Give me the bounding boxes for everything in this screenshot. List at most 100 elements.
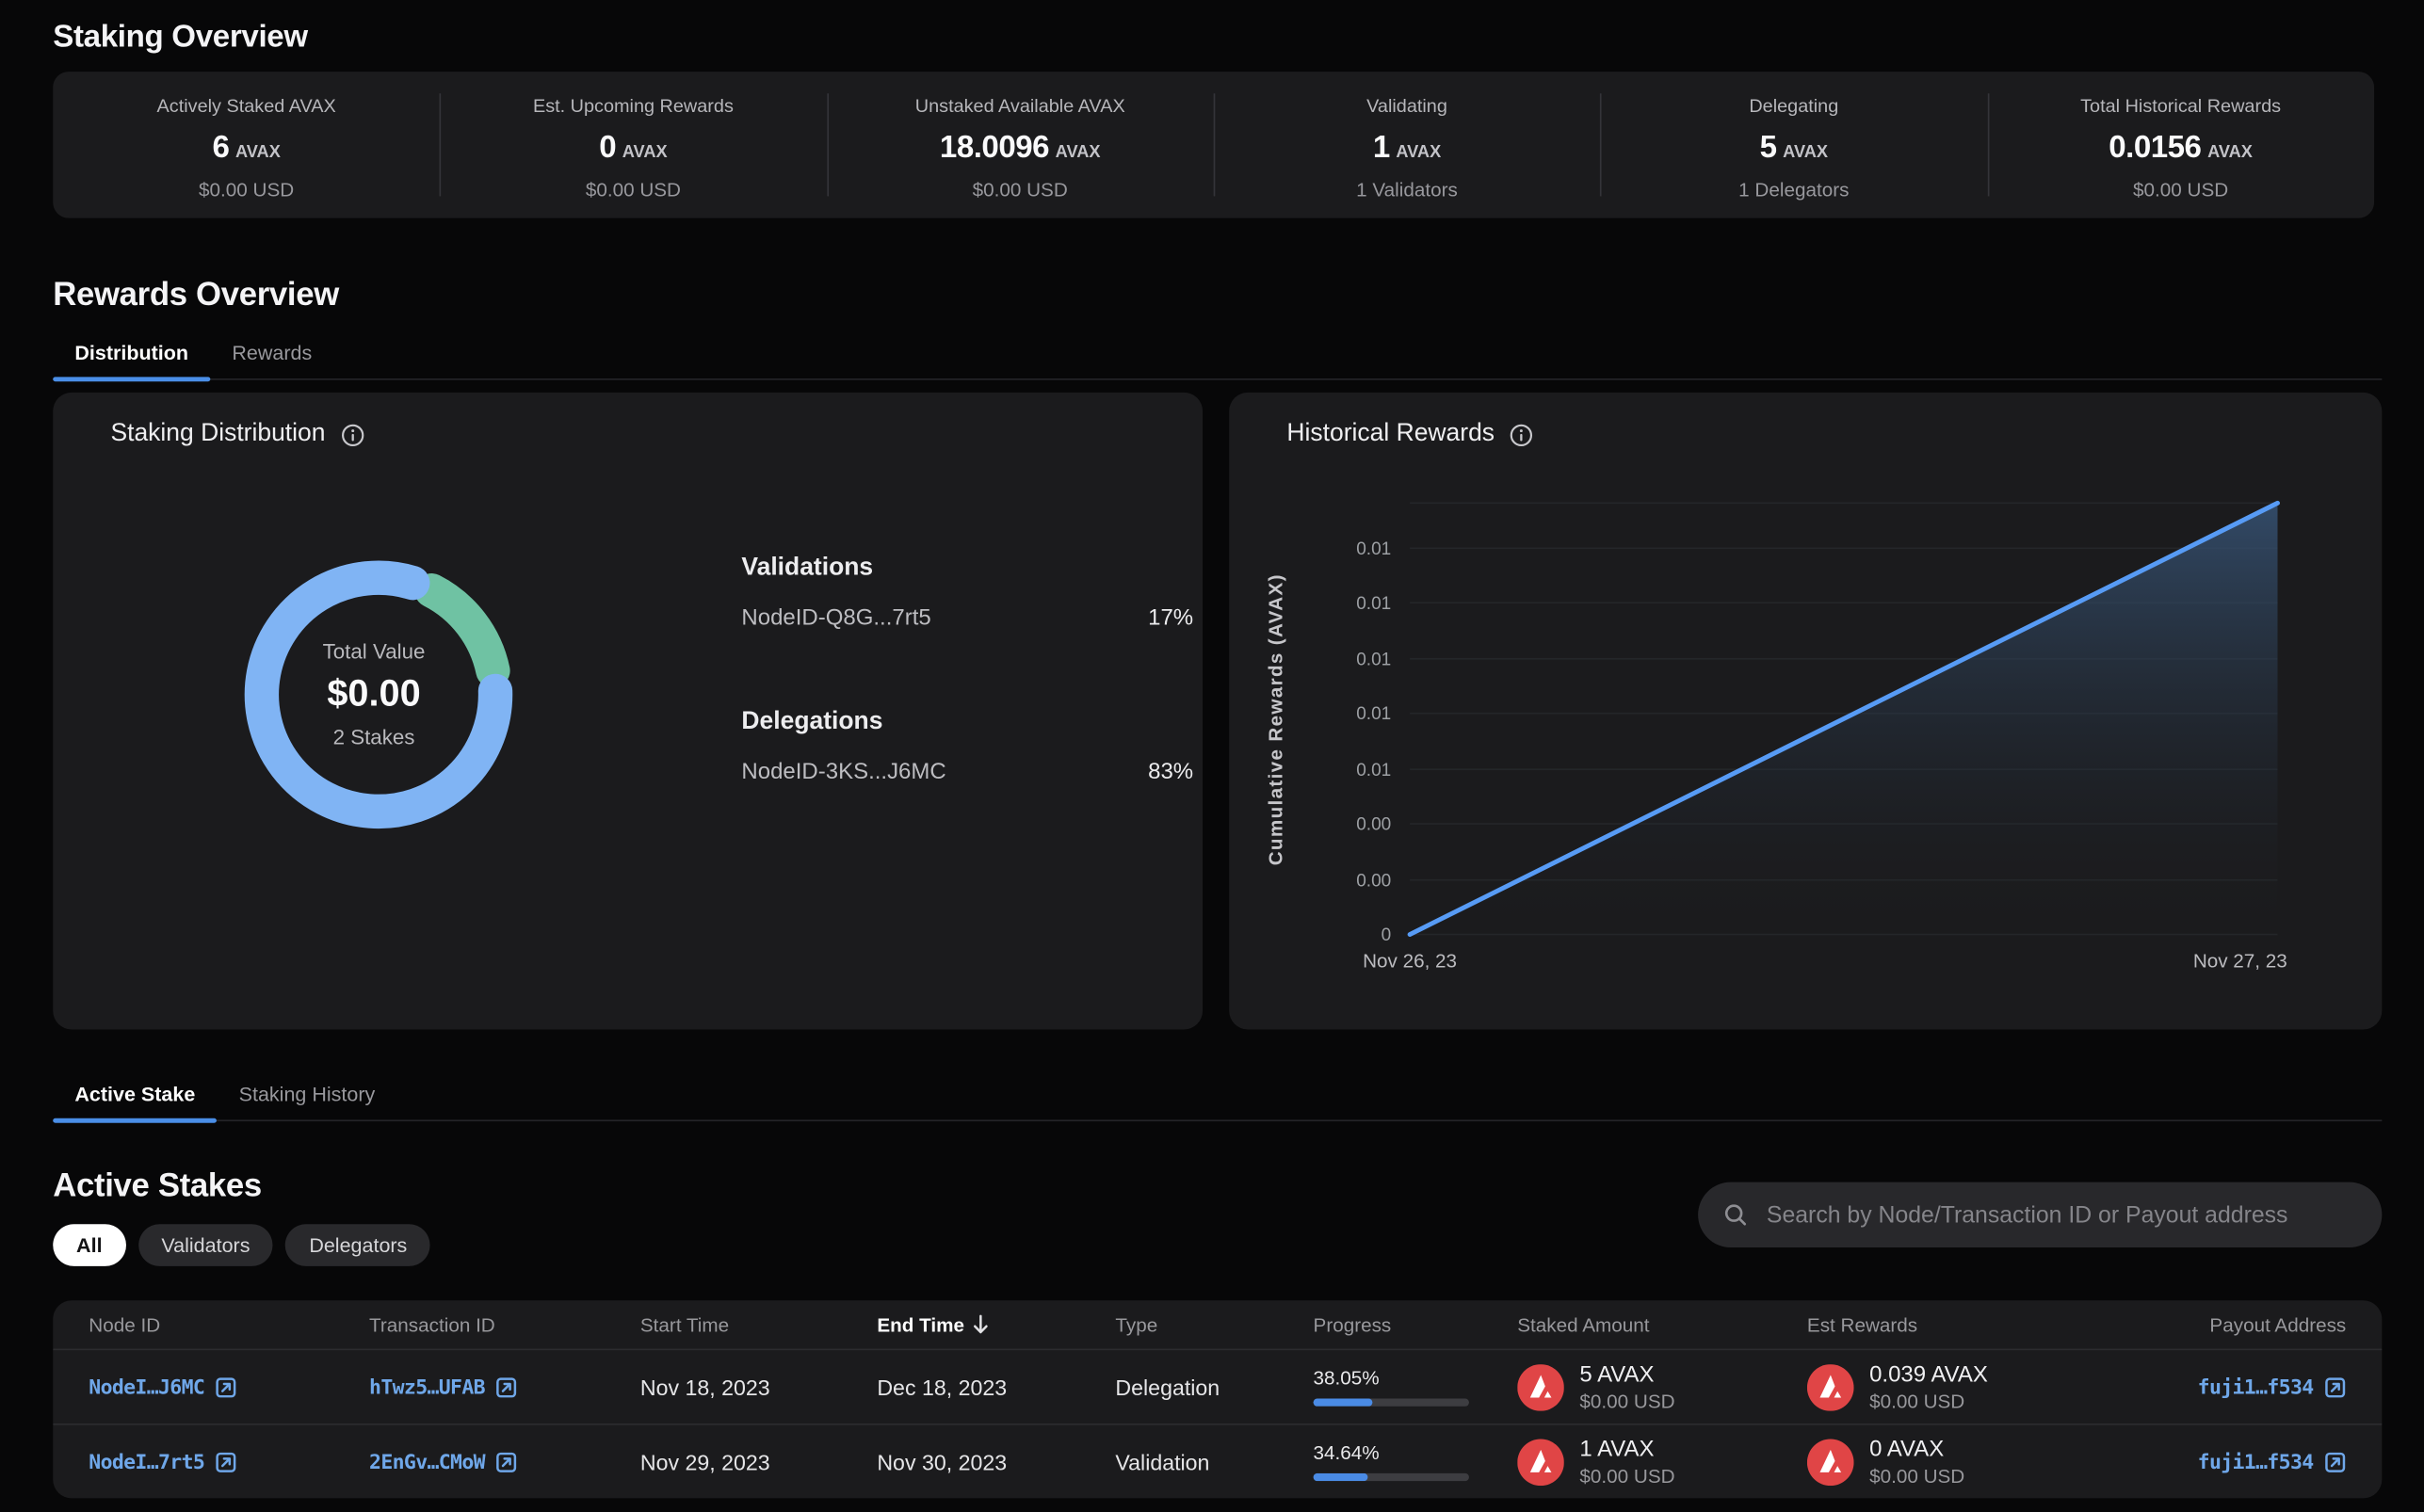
progress-percent: 38.05%: [1314, 1367, 1518, 1389]
stat-label: Validating: [1214, 95, 1601, 117]
transaction-id-text: hTwz5…UFAB: [369, 1376, 485, 1400]
y-axis-tick-labels: 0.01 0.01 0.01 0.01 0.01 0.00 0.00 0: [1356, 539, 1391, 945]
avax-token-icon: [1517, 1363, 1564, 1410]
delegations-heading: Delegations: [741, 709, 882, 737]
y-axis-title: Cumulative Rewards (AVAX): [1265, 573, 1286, 865]
stat-unit: AVAX: [235, 143, 281, 162]
header-type[interactable]: Type: [1115, 1313, 1313, 1335]
est-rewards-cell: 0.039 AVAX$0.00 USD: [1807, 1362, 2072, 1412]
validations-heading: Validations: [741, 555, 873, 583]
stake-tabs: Active Stake Staking History: [53, 1069, 2382, 1121]
stat-label: Unstaked Available AVAX: [827, 95, 1214, 117]
stake-filters: All Validators Delegators: [53, 1224, 430, 1266]
stat-value: 6: [212, 131, 229, 165]
stat-sub: $0.00 USD: [1987, 179, 2374, 201]
header-node-id[interactable]: Node ID: [89, 1313, 369, 1335]
avax-token-icon: [1807, 1439, 1854, 1486]
table-row: NodeI…7rt5 2EnGv…CMoW Nov 29, 2023 Nov 3…: [53, 1424, 2382, 1498]
progress-bar: [1314, 1473, 1469, 1481]
avax-token-icon: [1517, 1439, 1564, 1486]
transaction-id-link[interactable]: hTwz5…UFAB: [369, 1376, 518, 1400]
header-end-time-sorted[interactable]: End Time: [877, 1313, 1115, 1335]
header-payout-address[interactable]: Payout Address: [2072, 1313, 2346, 1335]
filter-validators[interactable]: Validators: [138, 1224, 274, 1266]
header-staked-amount[interactable]: Staked Amount: [1517, 1313, 1807, 1335]
external-link-icon: [496, 1452, 518, 1473]
payout-address-text: fuji1…f534: [2198, 1376, 2314, 1400]
header-end-time-label: End Time: [877, 1313, 964, 1335]
tab-active-stake[interactable]: Active Stake: [53, 1069, 217, 1120]
filter-delegators[interactable]: Delegators: [286, 1224, 431, 1266]
rewards-tabs: Distribution Rewards: [53, 327, 2382, 379]
validation-legend-row: NodeID-Q8G...7rt5 17%: [741, 605, 1193, 630]
stat-label: Delegating: [1600, 95, 1987, 117]
delegation-node-id: NodeID-3KS...J6MC: [741, 760, 945, 784]
stat-sub: $0.00 USD: [827, 179, 1214, 201]
stake-type: Validation: [1115, 1449, 1313, 1473]
stat-value: 0: [599, 131, 616, 165]
svg-text:0.01: 0.01: [1356, 539, 1391, 559]
stat-value: 1: [1373, 131, 1390, 165]
header-transaction-id[interactable]: Transaction ID: [369, 1313, 640, 1335]
search-input[interactable]: [1764, 1200, 2357, 1230]
stat-validating: Validating 1AVAX 1 Validators: [1214, 72, 1601, 217]
search-bar[interactable]: [1698, 1182, 2382, 1247]
svg-text:0.00: 0.00: [1356, 871, 1391, 891]
active-stakes-table: Node ID Transaction ID Start Time End Ti…: [53, 1300, 2382, 1498]
filter-all[interactable]: All: [53, 1224, 125, 1266]
reward-avax: 0 AVAX: [1869, 1437, 1964, 1461]
progress-bar: [1314, 1399, 1469, 1407]
transaction-id-text: 2EnGv…CMoW: [369, 1451, 485, 1474]
search-icon: [1723, 1202, 1748, 1227]
svg-text:Nov 27, 23: Nov 27, 23: [2193, 950, 2287, 972]
staked-amount-cell: 5 AVAX$0.00 USD: [1517, 1362, 1807, 1412]
progress-cell: 38.05%: [1314, 1367, 1518, 1406]
external-link-icon: [496, 1376, 518, 1398]
header-est-rewards[interactable]: Est Rewards: [1807, 1313, 2072, 1335]
staked-avax: 5 AVAX: [1579, 1362, 1674, 1387]
header-progress[interactable]: Progress: [1314, 1313, 1518, 1335]
payout-address-link[interactable]: fuji1…f534: [2198, 1451, 2347, 1474]
start-time: Nov 29, 2023: [640, 1449, 877, 1473]
reward-usd: $0.00 USD: [1869, 1465, 1964, 1487]
node-id-link[interactable]: NodeI…7rt5: [89, 1451, 237, 1474]
stat-delegating: Delegating 5AVAX 1 Delegators: [1600, 72, 1987, 217]
transaction-id-link[interactable]: 2EnGv…CMoW: [369, 1451, 518, 1474]
donut-total-value-label: Total Value: [323, 640, 426, 664]
svg-text:0.01: 0.01: [1356, 650, 1391, 669]
external-link-icon: [2324, 1376, 2346, 1398]
page-title: Staking Overview: [53, 21, 308, 56]
tab-rewards[interactable]: Rewards: [210, 327, 333, 378]
x-axis-tick-labels: Nov 26, 23 Nov 27, 23: [1363, 950, 2287, 972]
stat-label: Est. Upcoming Rewards: [440, 95, 827, 117]
staked-usd: $0.00 USD: [1579, 1465, 1674, 1487]
node-id-text: NodeI…J6MC: [89, 1376, 204, 1400]
stat-label: Total Historical Rewards: [1987, 95, 2374, 117]
progress-cell: 34.64%: [1314, 1442, 1518, 1481]
sort-desc-icon: [972, 1314, 989, 1335]
node-id-link[interactable]: NodeI…J6MC: [89, 1376, 237, 1400]
stat-unstaked-available: Unstaked Available AVAX 18.0096AVAX $0.0…: [827, 72, 1214, 217]
external-link-icon: [216, 1376, 237, 1398]
stat-unit: AVAX: [1056, 143, 1101, 162]
info-icon[interactable]: [341, 423, 364, 446]
stat-unit: AVAX: [1396, 143, 1441, 162]
reward-usd: $0.00 USD: [1869, 1390, 1988, 1411]
stat-historical-rewards: Total Historical Rewards 0.0156AVAX $0.0…: [1987, 72, 2374, 217]
tab-distribution[interactable]: Distribution: [53, 327, 210, 378]
payout-address-text: fuji1…f534: [2198, 1451, 2314, 1474]
staking-overview-stats-card: Actively Staked AVAX 6AVAX $0.00 USD Est…: [53, 72, 2374, 217]
payout-address-link[interactable]: fuji1…f534: [2198, 1376, 2347, 1400]
staking-distribution-title: Staking Distribution: [110, 421, 325, 449]
stat-unit: AVAX: [2207, 143, 2253, 162]
est-rewards-cell: 0 AVAX $0.00 USD: [1807, 1437, 2072, 1487]
svg-text:0.01: 0.01: [1356, 761, 1391, 780]
end-time: Dec 18, 2023: [877, 1375, 1115, 1399]
staking-distribution-card: Staking Distribution Total Value $0.00 2…: [53, 393, 1203, 1030]
tab-staking-history[interactable]: Staking History: [217, 1069, 396, 1120]
header-start-time[interactable]: Start Time: [640, 1313, 877, 1335]
svg-text:0.01: 0.01: [1356, 704, 1391, 724]
node-id-text: NodeI…7rt5: [89, 1451, 204, 1474]
table-header-row: Node ID Transaction ID Start Time End Ti…: [53, 1300, 2382, 1350]
validation-pct: 17%: [1148, 605, 1193, 630]
